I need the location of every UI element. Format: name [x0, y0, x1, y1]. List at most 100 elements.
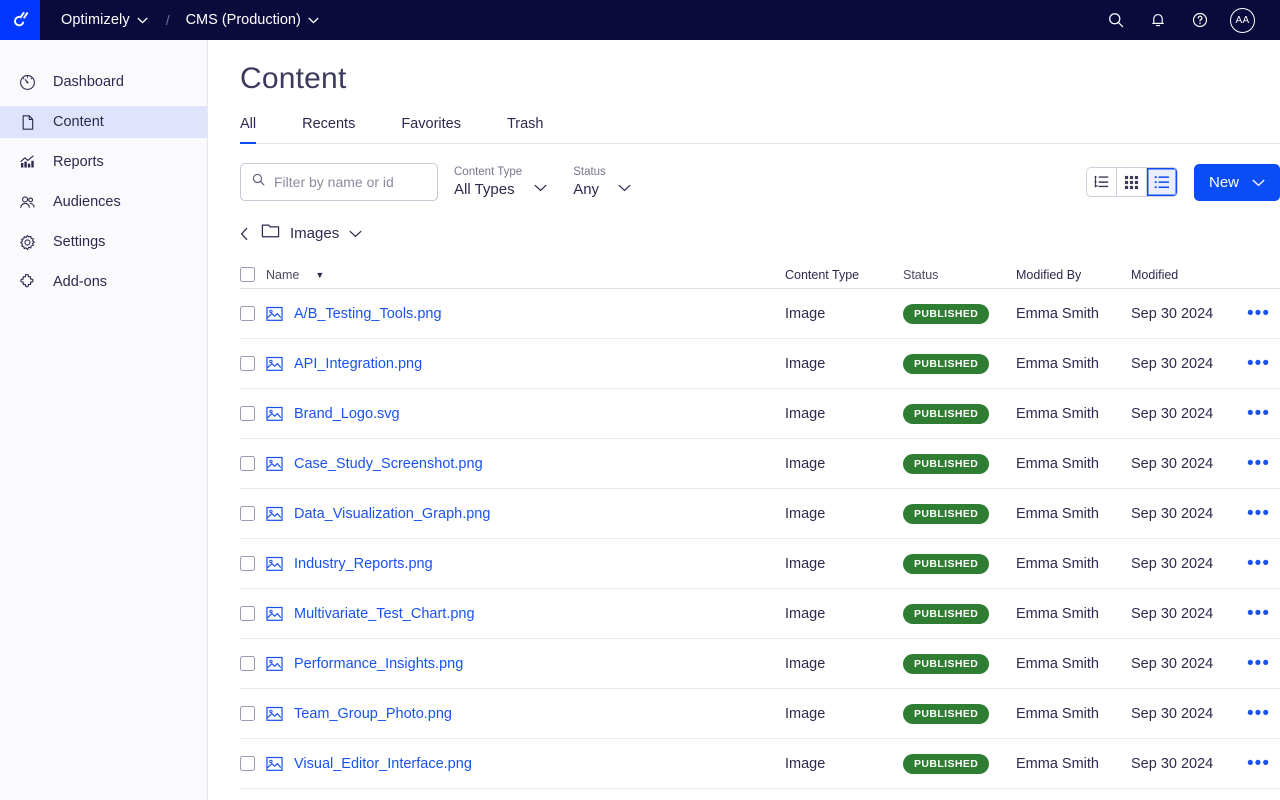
file-name-link[interactable]: Multivariate_Test_Chart.png [294, 606, 475, 622]
table-row[interactable]: Team_Group_Photo.png Image PUBLISHED Emm… [240, 689, 1280, 739]
bell-icon[interactable] [1146, 8, 1170, 32]
more-options-icon[interactable]: ••• [1247, 654, 1270, 673]
table-row[interactable]: A/B_Testing_Tools.png Image PUBLISHED Em… [240, 289, 1280, 339]
tab-favorites[interactable]: Favorites [401, 116, 483, 143]
breadcrumb-folder-name[interactable]: Images [290, 225, 339, 242]
status-filter[interactable]: Status Any [573, 165, 631, 199]
brand-switcher[interactable]: Optimizely / CMS (Production) [40, 0, 319, 40]
more-options-icon[interactable]: ••• [1247, 454, 1270, 473]
folder-icon [261, 223, 280, 244]
sidebar-item-content[interactable]: Content [0, 106, 207, 138]
row-name-cell: Industry_Reports.png [266, 555, 785, 572]
more-options-icon[interactable]: ••• [1247, 604, 1270, 623]
row-actions-cell: ••• [1236, 554, 1280, 573]
row-select-cell [240, 456, 266, 471]
row-content-type: Image [785, 455, 826, 472]
help-circle-icon[interactable] [1188, 8, 1212, 32]
row-checkbox[interactable] [240, 656, 255, 671]
column-header-modified[interactable]: Modified [1131, 268, 1236, 282]
list-icon[interactable] [1147, 168, 1177, 196]
file-name-link[interactable]: Industry_Reports.png [294, 556, 433, 572]
row-checkbox[interactable] [240, 756, 255, 771]
table-row[interactable]: Industry_Reports.png Image PUBLISHED Emm… [240, 539, 1280, 589]
sidebar-item-reports[interactable]: Reports [0, 146, 207, 178]
row-checkbox[interactable] [240, 706, 255, 721]
content-type-filter[interactable]: Content Type All Types [454, 165, 547, 199]
more-options-icon[interactable]: ••• [1247, 404, 1270, 423]
row-checkbox[interactable] [240, 506, 255, 521]
content-tabs: All Recents Favorites Trash [240, 116, 1280, 144]
row-select-cell [240, 406, 266, 421]
tab-trash[interactable]: Trash [507, 116, 566, 143]
table-row[interactable]: Brand_Logo.svg Image PUBLISHED Emma Smit… [240, 389, 1280, 439]
row-status-cell: PUBLISHED [903, 753, 1016, 774]
row-checkbox[interactable] [240, 406, 255, 421]
grid-icon[interactable] [1117, 168, 1147, 196]
file-name-link[interactable]: Visual_Editor_Interface.png [294, 756, 472, 772]
column-header-content-type[interactable]: Content Type [785, 268, 903, 282]
search-input[interactable] [274, 174, 424, 190]
table-row[interactable]: Data_Visualization_Graph.png Image PUBLI… [240, 489, 1280, 539]
table-row[interactable]: Case_Study_Screenshot.png Image PUBLISHE… [240, 439, 1280, 489]
file-name-link[interactable]: Case_Study_Screenshot.png [294, 456, 483, 472]
sidebar-item-addons[interactable]: Add-ons [0, 266, 207, 298]
chevron-left-icon[interactable] [240, 227, 251, 241]
table-row[interactable]: Performance_Insights.png Image PUBLISHED… [240, 639, 1280, 689]
more-options-icon[interactable]: ••• [1247, 554, 1270, 573]
column-header-status[interactable]: Status [903, 268, 1016, 282]
file-name-link[interactable]: Brand_Logo.svg [294, 406, 400, 422]
file-name-link[interactable]: Data_Visualization_Graph.png [294, 506, 490, 522]
row-content-type: Image [785, 505, 826, 522]
tree-list-icon[interactable] [1087, 168, 1117, 196]
column-header-modified-by[interactable]: Modified By [1016, 268, 1131, 282]
more-options-icon[interactable]: ••• [1247, 354, 1270, 373]
tab-all[interactable]: All [240, 116, 270, 144]
tab-recents[interactable]: Recents [302, 116, 377, 143]
sidebar-item-audiences[interactable]: Audiences [0, 186, 207, 218]
search-icon[interactable] [1104, 8, 1128, 32]
row-name-cell: Case_Study_Screenshot.png [266, 455, 785, 472]
image-file-icon [266, 355, 283, 372]
file-name-link[interactable]: Team_Group_Photo.png [294, 706, 452, 722]
chevron-down-icon[interactable] [308, 11, 319, 29]
image-file-icon [266, 655, 283, 672]
row-checkbox[interactable] [240, 556, 255, 571]
row-checkbox[interactable] [240, 456, 255, 471]
new-button[interactable]: New [1194, 163, 1280, 201]
more-options-icon[interactable]: ••• [1247, 754, 1270, 773]
content-type-filter-label: Content Type [454, 166, 523, 178]
sidebar-item-settings[interactable]: Settings [0, 226, 207, 258]
file-name-link[interactable]: API_Integration.png [294, 356, 422, 372]
table-row[interactable]: Visual_Editor_Interface.png Image PUBLIS… [240, 739, 1280, 789]
table-row[interactable]: API_Integration.png Image PUBLISHED Emma… [240, 339, 1280, 389]
row-checkbox[interactable] [240, 306, 255, 321]
row-checkbox[interactable] [240, 606, 255, 621]
search-icon [251, 172, 266, 192]
sidebar-item-dashboard[interactable]: Dashboard [0, 66, 207, 98]
row-status-cell: PUBLISHED [903, 353, 1016, 374]
table-header-row: Name ▼ Content Type Status Modified By M… [240, 261, 1280, 289]
table-body: A/B_Testing_Tools.png Image PUBLISHED Em… [240, 289, 1280, 789]
tab-label: Favorites [401, 116, 461, 132]
more-options-icon[interactable]: ••• [1247, 304, 1270, 323]
row-modified-by: Emma Smith [1016, 305, 1099, 322]
table-row[interactable]: Multivariate_Test_Chart.png Image PUBLIS… [240, 589, 1280, 639]
row-checkbox[interactable] [240, 356, 255, 371]
search-field-wrapper[interactable] [240, 163, 438, 201]
file-name-link[interactable]: A/B_Testing_Tools.png [294, 306, 442, 322]
view-and-create-tools: New [1086, 163, 1280, 201]
chevron-down-icon[interactable] [349, 230, 362, 238]
status-badge: PUBLISHED [903, 303, 990, 324]
column-header-name[interactable]: Name ▼ [266, 268, 785, 282]
optimizely-logo-icon[interactable] [0, 0, 40, 40]
select-all-checkbox[interactable] [240, 267, 255, 282]
tab-label: Trash [506, 116, 544, 132]
file-name-link[interactable]: Performance_Insights.png [294, 656, 463, 672]
more-options-icon[interactable]: ••• [1247, 704, 1270, 723]
row-name-cell: Brand_Logo.svg [266, 405, 785, 422]
sidebar-item-label: Add-ons [53, 274, 108, 290]
more-options-icon[interactable]: ••• [1247, 504, 1270, 523]
avatar[interactable]: AA [1230, 7, 1255, 33]
